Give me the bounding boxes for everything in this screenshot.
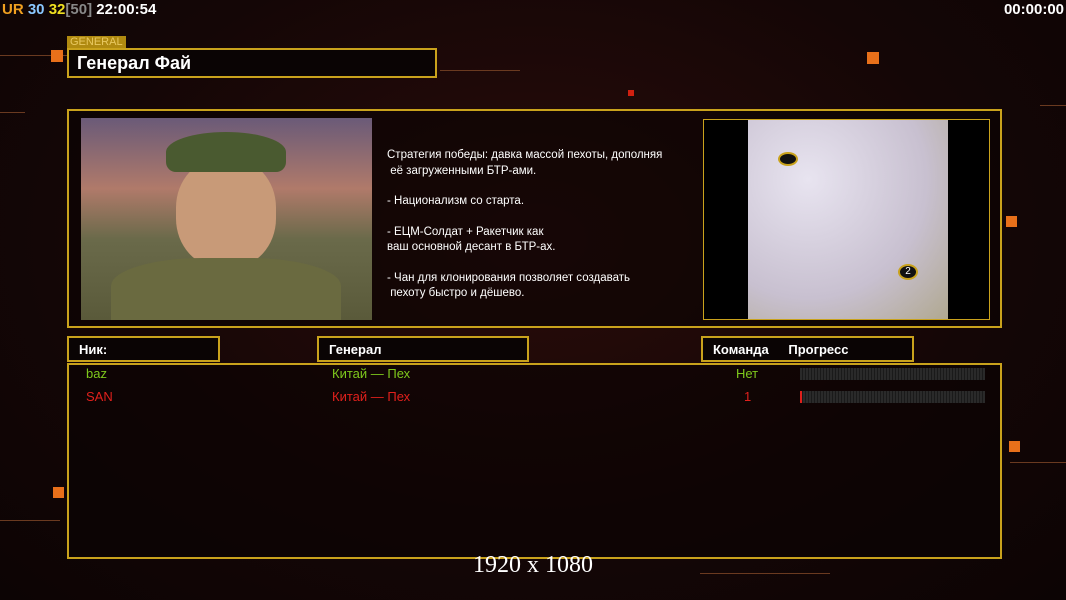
strategy-description: Стратегия победы: давка массой пехоты, д… bbox=[387, 148, 662, 302]
description-line: - ЕЦМ-Солдат + Ракетчик как bbox=[387, 225, 544, 238]
resolution-label: 1920 x 1080 bbox=[473, 552, 593, 578]
description-line: пехоту быстро и дёшево. bbox=[387, 287, 525, 299]
decor-line bbox=[0, 520, 60, 521]
decor-square bbox=[1006, 216, 1017, 227]
description-line: - Чан для клонирования позволяет создава… bbox=[387, 271, 630, 284]
description-line: Стратегия победы: давка массой пехоты, д… bbox=[387, 149, 663, 161]
player-nick[interactable]: baz bbox=[86, 366, 107, 381]
decor-line bbox=[1040, 105, 1066, 106]
map-image: 2 bbox=[748, 120, 948, 319]
decor-line bbox=[0, 112, 25, 113]
column-header-team: Команда bbox=[713, 342, 769, 357]
player-progress-bar bbox=[800, 391, 985, 403]
general-tag: GENERAL bbox=[67, 36, 126, 48]
decor-square bbox=[1009, 441, 1020, 452]
column-header-general: Генерал bbox=[317, 336, 529, 362]
column-header-team-progress: Команда Прогресс bbox=[701, 336, 914, 362]
hud-value-1: 30 bbox=[27, 1, 45, 18]
decor-line bbox=[440, 70, 520, 71]
player-general[interactable]: Китай — Пех bbox=[332, 366, 410, 381]
decor-square bbox=[628, 90, 634, 96]
hud-stats: UR 30 32[50] 22:00:54 bbox=[2, 1, 156, 18]
decor-square bbox=[867, 52, 879, 64]
decor-square bbox=[51, 50, 63, 62]
hud-value-3: [50] bbox=[65, 1, 93, 18]
decor-square bbox=[53, 487, 64, 498]
description-line: её загруженными БТР-ами. bbox=[387, 164, 537, 177]
description-line: - Национализм со старта. bbox=[387, 195, 525, 207]
general-name: Генерал Фай bbox=[67, 48, 437, 78]
player-nick[interactable]: SAN bbox=[86, 389, 113, 404]
player-team[interactable]: 1 bbox=[744, 389, 751, 404]
column-header-nick: Ник: bbox=[67, 336, 220, 362]
decor-line bbox=[1010, 462, 1066, 463]
column-header-progress: Прогресс bbox=[788, 342, 849, 357]
player-general[interactable]: Китай — Пех bbox=[332, 389, 410, 404]
description-line: ваш основной десант в БТР-ах. bbox=[387, 241, 556, 253]
map-start-marker: 2 bbox=[898, 264, 918, 280]
map-preview: 2 bbox=[703, 119, 990, 320]
hud-ur: UR bbox=[2, 1, 24, 18]
player-progress-bar bbox=[800, 368, 985, 380]
hud-value-2: 32 bbox=[48, 1, 66, 18]
hud-clock: 22:00:54 bbox=[96, 1, 157, 18]
hud-timer: 00:00:00 bbox=[1003, 1, 1064, 18]
player-team[interactable]: Нет bbox=[736, 366, 758, 381]
general-portrait bbox=[81, 118, 372, 320]
